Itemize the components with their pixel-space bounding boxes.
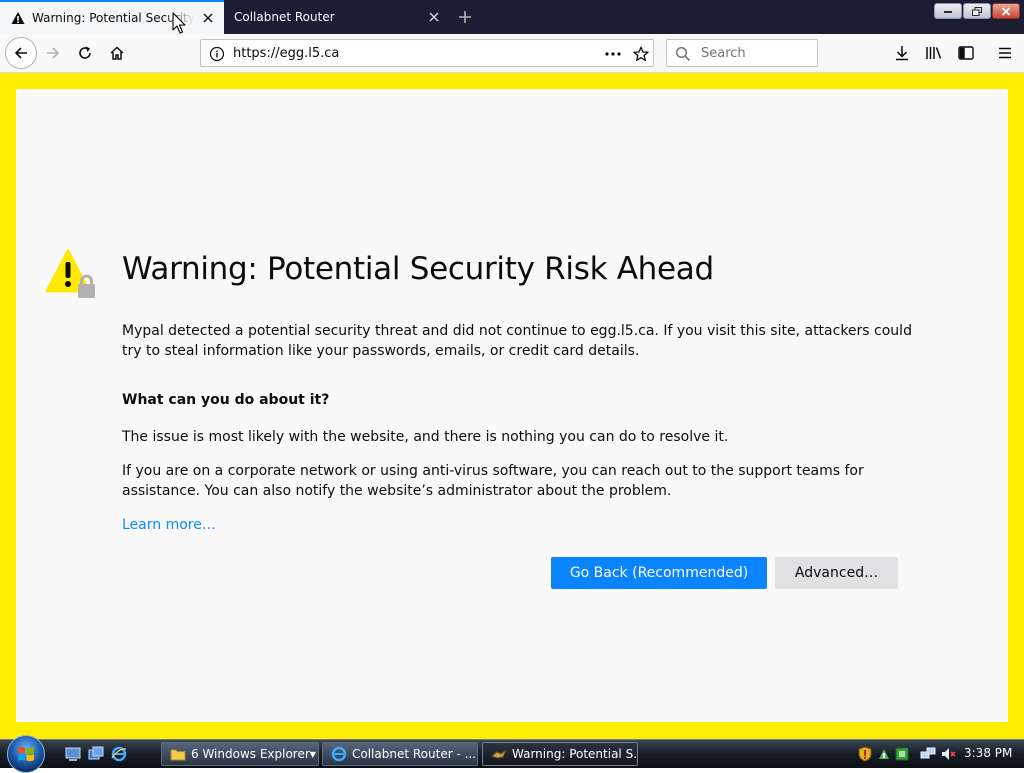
taskbar-button-collabnet-router[interactable]: Collabnet Router - ... bbox=[322, 742, 478, 766]
page-title: Warning: Potential Security Risk Ahead bbox=[122, 251, 714, 287]
restore-icon bbox=[972, 6, 982, 16]
show-desktop-icon[interactable] bbox=[65, 746, 81, 762]
home-icon bbox=[110, 46, 124, 60]
learn-more-link[interactable]: Learn more… bbox=[122, 517, 216, 533]
address-bar[interactable]: https://egg.l5.ca bbox=[200, 39, 654, 67]
app-tray-icon[interactable] bbox=[894, 746, 910, 762]
start-button[interactable] bbox=[7, 735, 45, 773]
sidebar-icon bbox=[958, 46, 974, 60]
forward-button[interactable] bbox=[38, 38, 68, 68]
internet-explorer-icon[interactable] bbox=[111, 746, 127, 762]
update-icon[interactable] bbox=[876, 746, 892, 762]
warning-lock-icon bbox=[45, 249, 102, 305]
ie-icon bbox=[331, 746, 347, 762]
library-icon bbox=[926, 47, 942, 59]
taskbar-button-windows-explorer[interactable]: 6 Windows Explorer ▼ bbox=[161, 742, 319, 766]
menu-button[interactable] bbox=[993, 41, 1017, 65]
navigation-toolbar: https://egg.l5.ca Search bbox=[0, 34, 1024, 73]
reload-icon bbox=[79, 46, 91, 59]
tab-security-warning[interactable]: Warning: Potential Security Risk Ahead bbox=[0, 0, 224, 34]
mypal-icon bbox=[491, 746, 507, 762]
security-shield-icon[interactable] bbox=[857, 746, 873, 762]
close-icon bbox=[1001, 6, 1011, 16]
page-actions-icon[interactable] bbox=[603, 44, 623, 64]
reload-button[interactable] bbox=[70, 38, 100, 68]
switch-windows-icon[interactable] bbox=[88, 746, 104, 762]
advanced-button[interactable]: Advanced… bbox=[775, 557, 898, 589]
clock[interactable]: 3:38 PM bbox=[964, 746, 1012, 760]
tab-collabnet-router[interactable]: Collabnet Router bbox=[224, 0, 450, 34]
back-button[interactable] bbox=[5, 37, 37, 69]
corporate-network-paragraph: If you are on a corporate network or usi… bbox=[122, 463, 864, 499]
taskbar: 6 Windows Explorer ▼ Collabnet Router - … bbox=[0, 735, 1024, 773]
back-arrow-icon bbox=[14, 47, 27, 59]
sidebar-toggle-button[interactable] bbox=[954, 41, 978, 65]
hamburger-menu-icon bbox=[999, 47, 1011, 59]
new-tab-button[interactable] bbox=[452, 5, 478, 29]
bookmark-star-icon[interactable] bbox=[631, 44, 651, 64]
likely-issue-paragraph: The issue is most likely with the websit… bbox=[122, 429, 729, 445]
network-icon[interactable] bbox=[920, 746, 936, 762]
forward-arrow-icon bbox=[47, 47, 60, 59]
minimize-icon bbox=[944, 11, 952, 13]
download-icon bbox=[896, 46, 908, 61]
restore-button[interactable] bbox=[963, 3, 991, 19]
intro-paragraph: Mypal detected a potential security thre… bbox=[122, 323, 912, 359]
taskbar-button-label: 6 Windows Explorer bbox=[191, 747, 310, 761]
close-window-button[interactable] bbox=[992, 3, 1020, 19]
windows-logo-icon bbox=[18, 746, 34, 762]
search-icon bbox=[675, 46, 691, 62]
go-back-button[interactable]: Go Back (Recommended) bbox=[551, 557, 767, 589]
mouse-cursor-icon bbox=[172, 12, 188, 36]
search-bar[interactable]: Search bbox=[666, 39, 818, 67]
content-frame: Warning: Potential Security Risk Ahead M… bbox=[0, 73, 1024, 739]
home-button[interactable] bbox=[102, 38, 132, 68]
dropdown-arrow-icon: ▼ bbox=[309, 749, 316, 759]
folder-icon bbox=[170, 746, 186, 762]
error-page: Warning: Potential Security Risk Ahead M… bbox=[16, 89, 1008, 722]
close-tab-icon[interactable] bbox=[196, 6, 220, 30]
warning-icon bbox=[10, 10, 26, 26]
minimize-button[interactable] bbox=[934, 3, 962, 19]
site-info-icon[interactable] bbox=[209, 46, 225, 62]
downloads-button[interactable] bbox=[890, 41, 914, 65]
taskbar-button-label: Collabnet Router - ... bbox=[352, 747, 477, 761]
taskbar-button-mypal[interactable]: Warning: Potential S... bbox=[482, 742, 638, 766]
search-placeholder: Search bbox=[701, 46, 746, 61]
tab-title: Collabnet Router bbox=[234, 10, 335, 24]
close-tab-icon[interactable] bbox=[422, 5, 446, 29]
taskbar-button-label: Warning: Potential S... bbox=[512, 747, 638, 761]
what-can-you-do-heading: What can you do about it? bbox=[122, 392, 330, 408]
speaker-muted-icon[interactable] bbox=[940, 746, 956, 762]
tab-strip: Warning: Potential Security Risk Ahead C… bbox=[0, 0, 1024, 34]
url-text[interactable]: https://egg.l5.ca bbox=[233, 46, 339, 61]
library-button[interactable] bbox=[922, 41, 946, 65]
plus-icon bbox=[459, 11, 471, 23]
system-tray: 3:38 PM bbox=[852, 742, 1024, 766]
